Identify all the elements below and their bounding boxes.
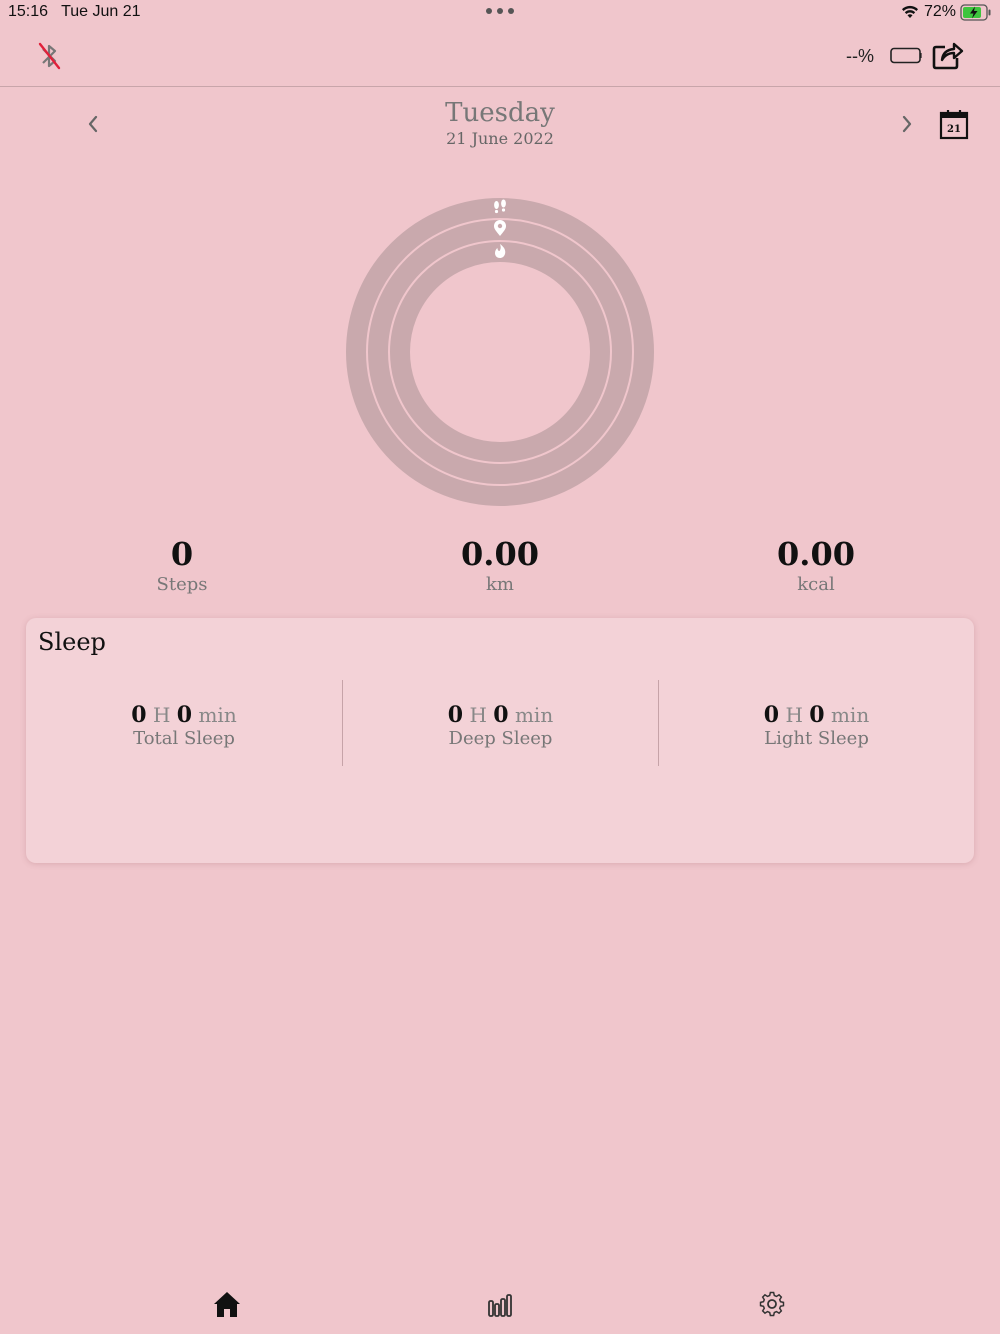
status-date: Tue Jun 21: [61, 3, 141, 20]
total-sleep: 0 H 0 min Total Sleep: [26, 680, 342, 766]
top-toolbar: --%: [0, 28, 1000, 87]
share-icon: [932, 42, 964, 70]
hours-unit: H: [152, 703, 171, 727]
deep-sleep-label: Deep Sleep: [448, 728, 553, 749]
battery-charging-icon: [960, 3, 991, 21]
deep-sleep-hours: 0: [447, 702, 464, 728]
tab-stats[interactable]: [483, 1288, 515, 1320]
steps-stat: 0 Steps: [62, 534, 302, 596]
steps-label: Steps: [156, 574, 208, 595]
device-battery-percent: --%: [846, 46, 874, 66]
total-sleep-duration: 0 H 0 min: [26, 702, 342, 728]
deep-sleep: 0 H 0 min Deep Sleep: [342, 680, 658, 766]
calories-value: 0.00: [777, 535, 855, 573]
bluetooth-disconnected-button[interactable]: [34, 40, 64, 72]
sleep-card[interactable]: Sleep 0 H 0 min Total Sleep 0 H 0 min De…: [26, 618, 974, 863]
tab-settings[interactable]: [756, 1288, 788, 1320]
steps-value: 0: [170, 535, 194, 573]
status-indicators: 72%: [900, 3, 992, 21]
chevron-right-icon: [902, 115, 912, 133]
calendar-icon: 21: [939, 110, 969, 140]
sleep-title: Sleep: [38, 628, 106, 656]
next-day-button[interactable]: [896, 112, 918, 136]
distance-label: km: [486, 574, 514, 595]
deep-sleep-duration: 0 H 0 min: [343, 702, 658, 728]
distance-value: 0.00: [461, 535, 539, 573]
status-battery-pct: 72%: [923, 3, 956, 20]
calendar-day-number: 21: [947, 124, 961, 135]
home-icon: [214, 1292, 240, 1317]
distance-stat: 0.00 km: [380, 534, 620, 596]
device-battery-icon: [890, 47, 922, 64]
total-sleep-label: Total Sleep: [133, 728, 235, 749]
day-name: Tuesday: [445, 98, 555, 128]
light-sleep: 0 H 0 min Light Sleep: [658, 680, 974, 766]
calories-ring-track: [390, 242, 610, 462]
light-sleep-label: Light Sleep: [764, 728, 869, 749]
date-full: 21 June 2022: [446, 129, 554, 148]
calories-stat: 0.00 kcal: [696, 534, 936, 596]
bluetooth-off-icon: [38, 42, 61, 70]
hours-unit: H: [469, 703, 487, 727]
status-clock: 15:16: [8, 3, 49, 20]
calendar-button[interactable]: 21: [938, 108, 970, 140]
previous-day-button[interactable]: [82, 112, 104, 136]
date-navigator: Tuesday 21 June 2022 21: [0, 88, 1000, 168]
tab-home[interactable]: [211, 1288, 243, 1320]
stats-icon: [488, 1294, 512, 1317]
deep-sleep-minutes: 0: [493, 702, 509, 728]
settings-icon: [759, 1291, 785, 1317]
light-sleep-duration: 0 H 0 min: [659, 702, 974, 728]
distance-ring-track: [368, 220, 632, 484]
total-sleep-hours: 0: [131, 702, 147, 728]
total-sleep-minutes: 0: [176, 702, 193, 728]
light-sleep-hours: 0: [763, 702, 780, 728]
hours-unit: H: [785, 703, 803, 727]
light-sleep-minutes: 0: [809, 702, 825, 728]
calories-label: kcal: [797, 574, 835, 595]
activity-rings[interactable]: [346, 198, 654, 506]
share-button[interactable]: [930, 38, 964, 72]
status-bar: 15:16 Tue Jun 21 72%: [0, 0, 1000, 28]
minutes-unit: min: [830, 703, 870, 727]
minutes-unit: min: [198, 703, 237, 727]
wifi-icon: [901, 5, 918, 18]
chevron-left-icon: [88, 115, 98, 133]
tab-bar: [0, 1280, 1000, 1334]
status-time: 15:16 Tue Jun 21: [8, 3, 141, 21]
minutes-unit: min: [514, 703, 554, 727]
multitasking-dots[interactable]: [486, 8, 514, 14]
